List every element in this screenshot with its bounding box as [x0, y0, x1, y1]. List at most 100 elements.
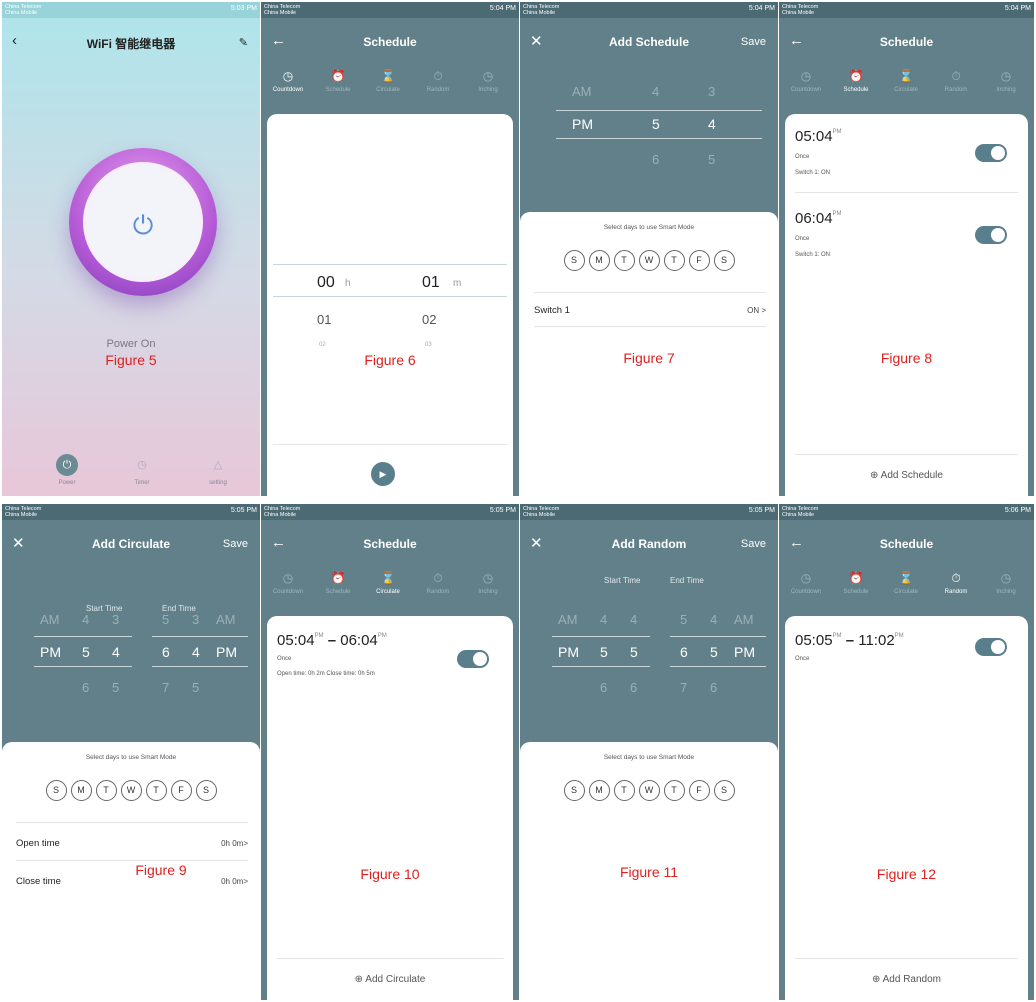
tab-random[interactable]: ⏱ Random	[413, 68, 463, 93]
day-wed[interactable]: W	[638, 780, 660, 801]
open-time-row[interactable]: Open time 0h 0m>	[16, 838, 248, 849]
day-tue[interactable]: T	[613, 250, 635, 271]
start-am[interactable]: AM	[558, 612, 578, 627]
tab-schedule[interactable]: ⏰ Schedule	[831, 68, 881, 93]
start-minute-prev[interactable]: 4	[630, 612, 637, 627]
day-sun[interactable]: S	[45, 780, 67, 801]
start-am[interactable]: AM	[40, 612, 60, 627]
save-button[interactable]: Save	[741, 36, 766, 48]
start-hour-prev[interactable]: 4	[82, 612, 89, 627]
day-thu[interactable]: T	[663, 250, 685, 271]
end-minute-prev[interactable]: 4	[710, 612, 717, 627]
tab-circulate[interactable]: ⌛ Circulate	[363, 68, 413, 93]
hour-prev[interactable]: 4	[652, 84, 659, 99]
save-button[interactable]: Save	[223, 538, 248, 550]
start-hour-selected[interactable]: 5	[600, 644, 608, 660]
tab-schedule[interactable]: ⏰ Schedule	[831, 570, 881, 595]
add-schedule-button[interactable]: ⊕ Add Schedule	[785, 470, 1028, 481]
save-button[interactable]: Save	[741, 538, 766, 550]
start-minute-prev[interactable]: 3	[112, 612, 119, 627]
hour-next[interactable]: 6	[652, 152, 659, 167]
tab-countdown[interactable]: ◷ Countdown	[781, 570, 831, 595]
random-toggle[interactable]	[975, 638, 1007, 656]
tab-random[interactable]: ⏱ Random	[413, 570, 463, 595]
add-circulate-button[interactable]: ⊕ Add Circulate	[267, 974, 513, 985]
day-sat[interactable]: S	[195, 780, 217, 801]
schedule-toggle[interactable]	[975, 226, 1007, 244]
ampm-am[interactable]: AM	[572, 84, 592, 99]
tab-circulate[interactable]: ⌛ Circulate	[363, 570, 413, 595]
minute-next[interactable]: 5	[708, 152, 715, 167]
tab-inching[interactable]: ◷ Inching	[981, 68, 1031, 93]
start-hour-prev[interactable]: 4	[600, 612, 607, 627]
nav-power[interactable]: ⏻ Power	[37, 454, 97, 486]
start-minute-selected[interactable]: 5	[630, 644, 638, 660]
end-am[interactable]: AM	[216, 612, 236, 627]
nav-setting[interactable]: △ setting	[188, 454, 248, 486]
end-minute-next[interactable]: 6	[710, 680, 717, 695]
edit-icon[interactable]: ✎	[239, 36, 248, 49]
tab-random[interactable]: ⏱ Random	[931, 570, 981, 595]
minute-selected[interactable]: 4	[708, 116, 716, 132]
day-mon[interactable]: M	[588, 250, 610, 271]
end-minute-selected[interactable]: 5	[710, 644, 718, 660]
day-sat[interactable]: S	[713, 780, 735, 801]
tab-inching[interactable]: ◷ Inching	[981, 570, 1031, 595]
start-hour-selected[interactable]: 5	[82, 644, 90, 660]
tab-circulate[interactable]: ⌛ Circulate	[881, 570, 931, 595]
add-random-button[interactable]: ⊕ Add Random	[785, 974, 1028, 985]
end-hour-prev[interactable]: 5	[680, 612, 687, 627]
day-thu[interactable]: T	[145, 780, 167, 801]
hour-value[interactable]: 00	[317, 274, 335, 292]
tab-countdown[interactable]: ◷ Countdown	[781, 68, 831, 93]
end-minute-prev[interactable]: 3	[192, 612, 199, 627]
tab-countdown[interactable]: ◷ Countdown	[263, 68, 313, 93]
hour-selected[interactable]: 5	[652, 116, 660, 132]
day-wed[interactable]: W	[120, 780, 142, 801]
end-hour-next[interactable]: 7	[680, 680, 687, 695]
tab-inching[interactable]: ◷ Inching	[463, 570, 513, 595]
minute-value[interactable]: 01	[422, 274, 440, 292]
day-sat[interactable]: S	[713, 250, 735, 271]
minute-prev[interactable]: 3	[708, 84, 715, 99]
day-mon[interactable]: M	[588, 780, 610, 801]
tab-circulate[interactable]: ⌛ Circulate	[881, 68, 931, 93]
tab-schedule[interactable]: ⏰ Schedule	[313, 68, 363, 93]
end-am[interactable]: AM	[734, 612, 754, 627]
end-pm[interactable]: PM	[216, 644, 237, 660]
day-fri[interactable]: F	[688, 780, 710, 801]
power-dial[interactable]: ⏻	[69, 148, 217, 296]
power-icon[interactable]: ⏻	[87, 210, 199, 242]
end-hour-prev[interactable]: 5	[162, 612, 169, 627]
day-sun[interactable]: S	[563, 250, 585, 271]
start-hour-next[interactable]: 6	[82, 680, 89, 695]
day-fri[interactable]: F	[688, 250, 710, 271]
day-fri[interactable]: F	[170, 780, 192, 801]
day-tue[interactable]: T	[95, 780, 117, 801]
tab-random[interactable]: ⏱ Random	[931, 68, 981, 93]
end-hour-next[interactable]: 7	[162, 680, 169, 695]
play-icon[interactable]: ▶	[371, 462, 395, 486]
day-sun[interactable]: S	[563, 780, 585, 801]
start-minute-next[interactable]: 6	[630, 680, 637, 695]
end-minute-selected[interactable]: 4	[192, 644, 200, 660]
end-hour-selected[interactable]: 6	[680, 644, 688, 660]
ampm-pm[interactable]: PM	[572, 116, 593, 132]
start-pm[interactable]: PM	[558, 644, 579, 660]
end-pm[interactable]: PM	[734, 644, 755, 660]
start-minute-next[interactable]: 5	[112, 680, 119, 695]
day-wed[interactable]: W	[638, 250, 660, 271]
day-thu[interactable]: T	[663, 780, 685, 801]
switch-row[interactable]: Switch 1 ON >	[534, 305, 766, 316]
circulate-toggle[interactable]	[457, 650, 489, 668]
day-tue[interactable]: T	[613, 780, 635, 801]
schedule-toggle[interactable]	[975, 144, 1007, 162]
start-pm[interactable]: PM	[40, 644, 61, 660]
start-minute-selected[interactable]: 4	[112, 644, 120, 660]
tab-inching[interactable]: ◷ Inching	[463, 68, 513, 93]
tab-schedule[interactable]: ⏰ Schedule	[313, 570, 363, 595]
start-hour-next[interactable]: 6	[600, 680, 607, 695]
end-minute-next[interactable]: 5	[192, 680, 199, 695]
day-mon[interactable]: M	[70, 780, 92, 801]
tab-countdown[interactable]: ◷ Countdown	[263, 570, 313, 595]
